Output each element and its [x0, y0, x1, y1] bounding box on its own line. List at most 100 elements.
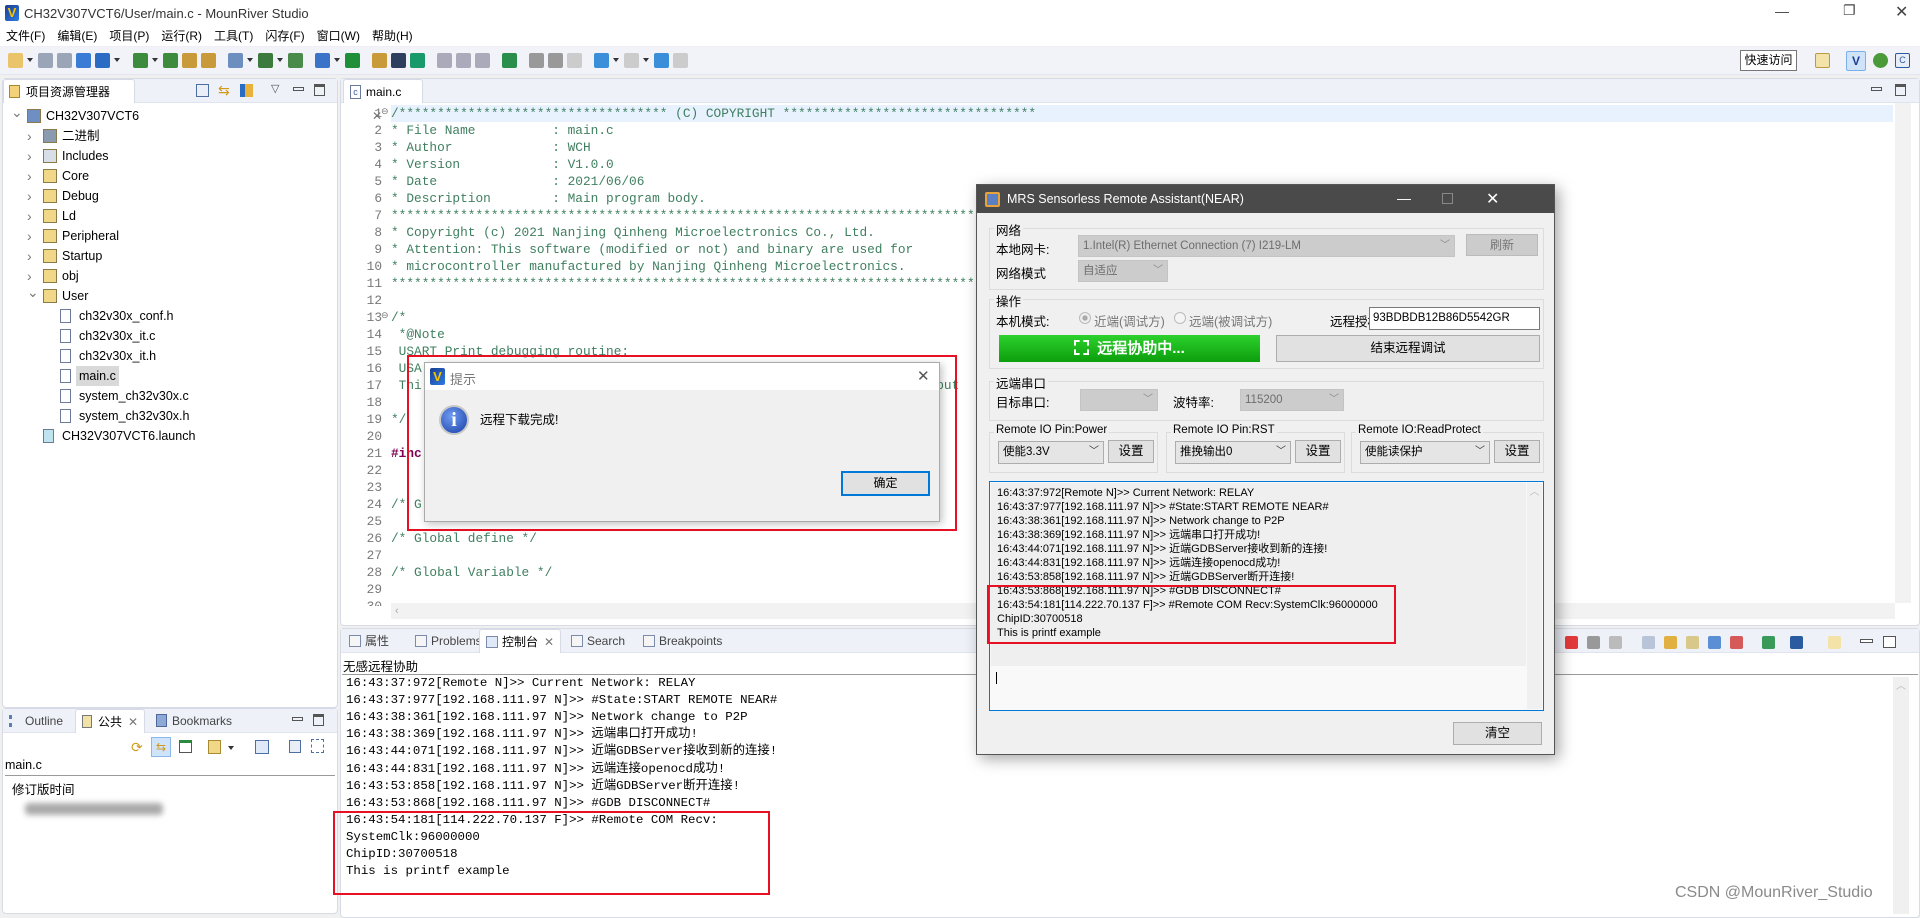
chevron-right-icon[interactable]: › [27, 246, 37, 266]
dropdown-arrow-icon[interactable] [247, 58, 253, 62]
collapse-all-icon[interactable] [196, 84, 209, 97]
tree-item[interactable]: › Peripheral [3, 226, 333, 246]
history-entry-blurred[interactable] [25, 803, 163, 815]
dropdown-arrow-icon[interactable] [114, 58, 120, 62]
tab-breakpoints[interactable]: Breakpoints [637, 629, 728, 653]
tree-item[interactable]: › Ld [3, 206, 333, 226]
console-vertical-scrollbar[interactable]: ︿ [1893, 677, 1909, 914]
tab-search[interactable]: Search [565, 629, 631, 653]
mrs-perspective-icon[interactable]: V [1846, 51, 1866, 71]
chevron-right-icon[interactable]: › [27, 166, 37, 186]
remote-maximize-button[interactable] [1442, 193, 1453, 204]
unpin-icon[interactable] [673, 53, 688, 68]
refresh-button[interactable]: 刷新 [1466, 234, 1538, 256]
refresh-icon[interactable]: ⟳ [131, 739, 143, 756]
dialog-close-button[interactable]: ✕ [917, 367, 930, 385]
auth-code-input[interactable]: 93BDBDB12B86D5542GR [1369, 307, 1540, 330]
radio-far[interactable] [1174, 312, 1186, 324]
code-line[interactable]: * Version : V1.0.0 [391, 156, 614, 173]
link-editor-icon[interactable]: ⇆ [151, 737, 171, 757]
code-line[interactable]: */ [391, 411, 406, 428]
editor-vertical-scrollbar[interactable] [1895, 103, 1911, 603]
menu-item[interactable]: 闪存(F) [265, 27, 304, 46]
tree-item[interactable]: › Includes [3, 146, 333, 166]
tree-item[interactable]: ch32v30x_it.c [3, 326, 333, 346]
maximize-view-icon[interactable] [313, 714, 324, 726]
code-line[interactable]: * Copyright (c) 2021 Nanjing Qinheng Mic… [391, 224, 875, 241]
link-editor-icon[interactable]: ⇆ [218, 82, 230, 99]
remote-minimize-button[interactable]: — [1397, 190, 1411, 206]
close-tab-icon[interactable]: ✕ [544, 635, 554, 649]
k-icon[interactable] [410, 53, 425, 68]
outdent-icon[interactable] [456, 53, 471, 68]
tree-item[interactable]: ch32v30x_conf.h [3, 306, 333, 326]
chevron-right-icon[interactable]: › [27, 206, 37, 226]
view-menu-icon[interactable]: ▽ [271, 82, 279, 95]
tree-item[interactable]: ch32v30x_it.h [3, 346, 333, 366]
minimize-view-icon[interactable] [293, 87, 304, 91]
build-all-icon[interactable] [182, 53, 197, 68]
dropdown-arrow-icon[interactable] [152, 58, 158, 62]
close-button[interactable]: ✕ [1895, 2, 1908, 22]
log-scrollbar[interactable]: ︿ [1527, 483, 1542, 709]
dropdown-arrow-icon[interactable] [613, 58, 619, 62]
revision-time-header[interactable]: 修订版时间 [12, 779, 75, 798]
save-all-icon[interactable] [57, 53, 72, 68]
network-mode-select[interactable]: 自适应 ﹀ [1078, 260, 1168, 282]
export-icon[interactable] [228, 53, 243, 68]
new-project-icon[interactable] [76, 53, 91, 68]
tab-bookmarks[interactable]: Bookmarks [150, 709, 238, 733]
compare-icon[interactable] [179, 740, 192, 753]
minimize-button[interactable]: — [1775, 3, 1789, 19]
tree-item[interactable]: › 二进制 [3, 126, 333, 146]
chevron-right-icon[interactable]: › [27, 126, 37, 146]
code-line[interactable]: * Author : WCH [391, 139, 591, 156]
prev-annotation-icon[interactable] [529, 53, 544, 68]
tree-item[interactable]: ⌄ User [3, 284, 333, 306]
format-icon[interactable] [475, 53, 490, 68]
new-icon[interactable] [8, 53, 23, 68]
fold-toggle-icon[interactable]: ⊖ [381, 106, 389, 117]
help-icon[interactable] [372, 53, 387, 68]
remove-all-icon[interactable] [1609, 636, 1622, 649]
tab-属性[interactable]: 属性 [343, 629, 395, 653]
chevron-right-icon[interactable]: › [27, 186, 37, 206]
remote-io-select[interactable]: 使能3.3V ﹀ [998, 441, 1104, 464]
terminate-icon[interactable] [1565, 636, 1578, 649]
chevron-down-icon[interactable]: ⌄ [11, 102, 23, 122]
next-annotation-icon[interactable] [548, 53, 563, 68]
chevron-down-icon[interactable]: ⌄ [27, 282, 39, 302]
remote-close-button[interactable]: ✕ [1486, 189, 1499, 209]
target-port-select[interactable]: ﹀ [1080, 389, 1158, 411]
clear-console-icon[interactable] [1642, 636, 1655, 649]
search-icon[interactable] [315, 53, 330, 68]
radio-far-label[interactable]: 远端(被调试方) [1189, 311, 1272, 330]
forward-icon[interactable] [624, 53, 639, 68]
minimize-view-icon[interactable] [1871, 87, 1882, 91]
dropdown-arrow-icon[interactable] [643, 58, 649, 62]
minimize-view-icon[interactable] [292, 717, 303, 721]
menu-item[interactable]: 窗口(W) [317, 27, 360, 46]
terminal-icon[interactable] [391, 53, 406, 68]
code-line[interactable]: /* Global define */ [391, 530, 537, 547]
nic-select[interactable]: 1.Intel(R) Ethernet Connection (7) I219-… [1078, 235, 1455, 257]
remote-io-select[interactable]: 使能读保护 ﹀ [1360, 441, 1490, 464]
c-perspective-icon[interactable]: C [1895, 53, 1910, 68]
word-wrap-icon[interactable] [1686, 636, 1699, 649]
remote-io-set-button[interactable]: 设置 [1295, 440, 1341, 463]
tree-item[interactable]: system_ch32v30x.h [3, 406, 333, 426]
remote-assist-button[interactable]: 远程协助中... [999, 335, 1260, 362]
minimize-view-icon[interactable] [1860, 639, 1873, 643]
tab-main-c[interactable]: c main.c ✕ [343, 79, 423, 123]
display-console-icon[interactable] [1790, 636, 1803, 649]
build-icon[interactable] [163, 53, 178, 68]
collapse-all-icon[interactable] [289, 740, 301, 753]
tab-project-explorer[interactable]: 项目资源管理器 ✕ [3, 79, 135, 123]
filter-icon[interactable] [240, 84, 253, 97]
ok-button[interactable]: 确定 [841, 471, 930, 496]
close-tab-icon[interactable]: ✕ [128, 715, 138, 729]
group-by-icon[interactable] [208, 740, 221, 754]
revision-icon[interactable] [255, 740, 269, 754]
radio-near[interactable] [1079, 312, 1091, 324]
last-edit-icon[interactable] [567, 53, 582, 68]
